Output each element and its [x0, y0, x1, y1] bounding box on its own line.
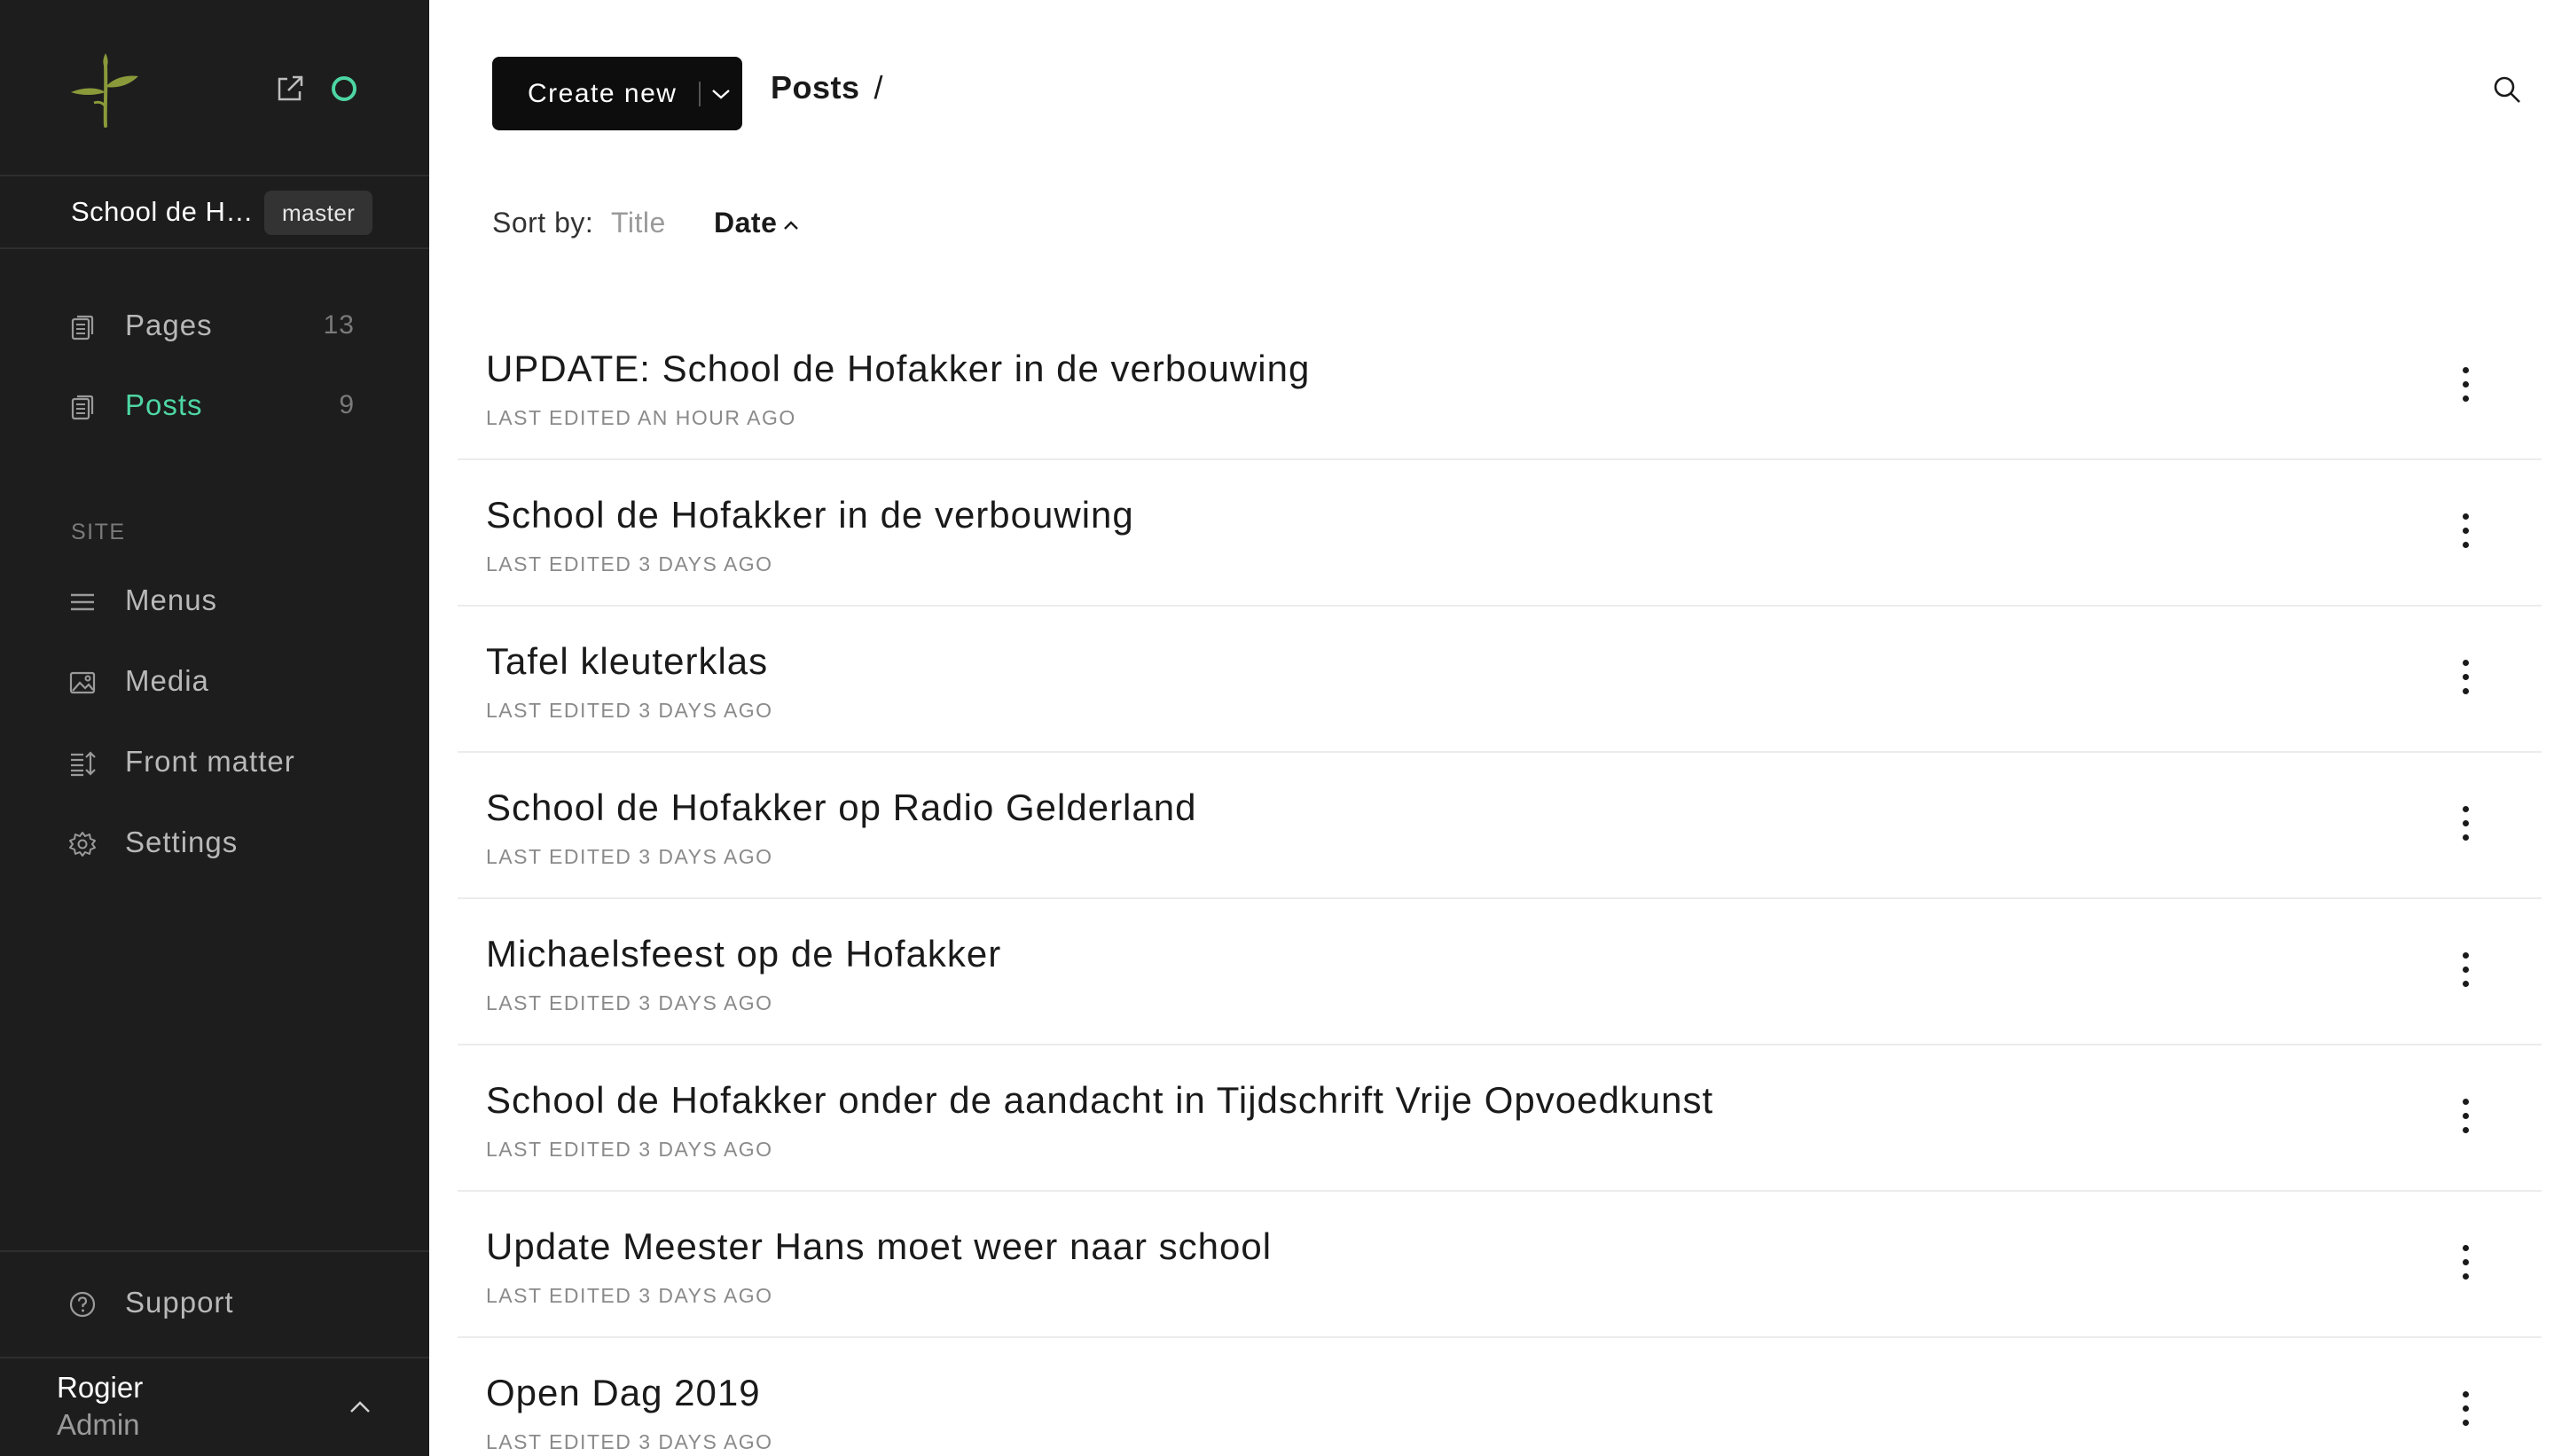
chevron-up-icon[interactable]: [348, 1397, 372, 1415]
posts-count: 9: [339, 390, 355, 419]
post-last-edited: LAST EDITED 3 DAYS AGO: [486, 1284, 773, 1307]
sidebar-item-label: Support: [125, 1286, 234, 1319]
button-divider: [699, 82, 701, 106]
post-last-edited: LAST EDITED 3 DAYS AGO: [486, 991, 773, 1014]
more-options-icon[interactable]: [2455, 1099, 2476, 1143]
sort-by-date[interactable]: Date: [714, 207, 800, 239]
main-content: Create new Posts / Sort by: Title Date UP…: [429, 0, 2554, 1456]
create-new-button[interactable]: Create new: [492, 57, 742, 130]
sort-by-title[interactable]: Title: [611, 207, 666, 239]
post-row[interactable]: Update Meester Hans moet weer naar schoo…: [458, 1192, 2542, 1338]
post-row[interactable]: School de Hofakker onder de aandacht in …: [458, 1045, 2542, 1192]
branch-badge[interactable]: master: [264, 191, 373, 235]
post-last-edited: LAST EDITED 3 DAYS AGO: [486, 1430, 773, 1453]
sidebar-header: [0, 0, 429, 176]
gear-icon: [69, 832, 96, 857]
sort-date-label: Date: [714, 207, 778, 239]
sprout-logo-icon[interactable]: [67, 51, 144, 128]
post-title[interactable]: Tafel kleuterklas: [486, 640, 768, 683]
more-options-icon[interactable]: [2455, 1245, 2476, 1289]
post-row[interactable]: Michaelsfeest op de Hofakker LAST EDITED…: [458, 899, 2542, 1045]
search-icon[interactable]: [2492, 74, 2522, 105]
chevron-up-icon: [784, 220, 799, 230]
more-options-icon[interactable]: [2455, 513, 2476, 558]
post-title[interactable]: UPDATE: School de Hofakker in de verbouw…: [486, 348, 1310, 390]
create-new-label: Create new: [528, 79, 678, 108]
sidebar-item-menus[interactable]: Menus: [0, 568, 429, 633]
user-name: Rogier: [57, 1371, 144, 1404]
sidebar-item-posts[interactable]: Posts 9: [0, 372, 429, 438]
sidebar-item-media[interactable]: Media: [0, 648, 429, 714]
post-row[interactable]: School de Hofakker in de verbouwing LAST…: [458, 460, 2542, 607]
post-row[interactable]: UPDATE: School de Hofakker in de verbouw…: [458, 314, 2542, 460]
sort-label: Sort by:: [492, 207, 594, 239]
section-label-site: SITE: [71, 520, 126, 544]
post-title[interactable]: School de Hofakker op Radio Gelderland: [486, 787, 1196, 829]
external-link-icon[interactable]: [275, 74, 305, 104]
site-name: School de Hofakker: [71, 196, 264, 227]
post-title[interactable]: Open Dag 2019: [486, 1372, 761, 1414]
post-title[interactable]: School de Hofakker onder de aandacht in …: [486, 1079, 1713, 1122]
more-options-icon[interactable]: [2455, 1391, 2476, 1436]
sidebar-item-label: Posts: [125, 388, 203, 421]
breadcrumb-separator: /: [874, 69, 884, 106]
sidebar-item-settings[interactable]: Settings: [0, 810, 429, 875]
sidebar-item-support[interactable]: Support: [0, 1250, 429, 1358]
post-row[interactable]: School de Hofakker op Radio Gelderland L…: [458, 753, 2542, 899]
breadcrumb: Posts /: [771, 69, 883, 106]
sidebar-item-label: Menus: [125, 583, 218, 616]
user-role: Admin: [57, 1408, 140, 1441]
post-row[interactable]: Tafel kleuterklas LAST EDITED 3 DAYS AGO: [458, 607, 2542, 753]
sidebar-item-pages[interactable]: Pages 13: [0, 293, 429, 358]
more-options-icon[interactable]: [2455, 367, 2476, 411]
more-options-icon[interactable]: [2455, 952, 2476, 997]
posts-icon: [71, 395, 94, 420]
sidebar-item-label: Settings: [125, 826, 239, 858]
user-menu[interactable]: Rogier Admin: [0, 1360, 429, 1456]
chevron-down-icon[interactable]: [710, 87, 732, 101]
post-row[interactable]: Open Dag 2019 LAST EDITED 3 DAYS AGO: [458, 1338, 2542, 1456]
sidebar-item-label: Media: [125, 664, 209, 697]
post-last-edited: LAST EDITED AN HOUR AGO: [486, 406, 796, 429]
more-options-icon[interactable]: [2455, 806, 2476, 850]
post-last-edited: LAST EDITED 3 DAYS AGO: [486, 552, 773, 575]
sidebar-item-label: Pages: [125, 309, 213, 341]
post-title[interactable]: Michaelsfeest op de Hofakker: [486, 933, 1001, 975]
post-last-edited: LAST EDITED 3 DAYS AGO: [486, 1138, 773, 1161]
sidebar-item-label: Front matter: [125, 745, 295, 778]
breadcrumb-posts[interactable]: Posts: [771, 69, 860, 106]
post-list: UPDATE: School de Hofakker in de verbouw…: [458, 314, 2542, 1456]
sidebar: School de Hofakker master Pages 13 Posts…: [0, 0, 429, 1456]
sidebar-item-front-matter[interactable]: Front matter: [0, 729, 429, 795]
post-last-edited: LAST EDITED 3 DAYS AGO: [486, 699, 773, 722]
post-title[interactable]: School de Hofakker in de verbouwing: [486, 494, 1134, 536]
image-icon: [69, 671, 96, 694]
help-circle-icon: [69, 1291, 96, 1318]
more-options-icon[interactable]: [2455, 660, 2476, 704]
pages-count: 13: [323, 310, 355, 340]
status-indicator-icon: [332, 76, 356, 101]
site-switcher[interactable]: School de Hofakker master: [0, 178, 429, 249]
pages-icon: [71, 315, 94, 341]
menu-icon: [71, 593, 94, 611]
front-matter-icon: [71, 751, 96, 777]
post-title[interactable]: Update Meester Hans moet weer naar schoo…: [486, 1225, 1272, 1268]
post-last-edited: LAST EDITED 3 DAYS AGO: [486, 845, 773, 868]
